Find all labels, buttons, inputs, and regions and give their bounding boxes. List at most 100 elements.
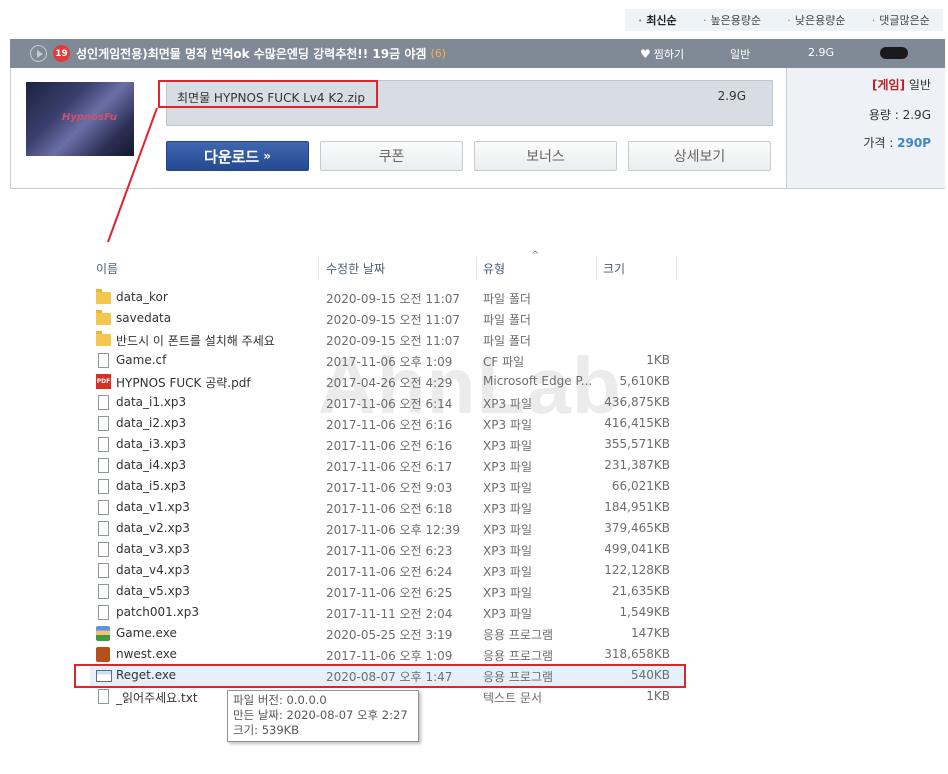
volume-value: 2.9G [902, 108, 931, 122]
file-icon [98, 353, 109, 368]
price-value: 290P [897, 136, 931, 150]
file-row-size: 355,571KB [604, 437, 670, 451]
file-row-type: XP3 파일 [483, 481, 532, 495]
file-row-type: XP3 파일 [483, 439, 532, 453]
file-row[interactable]: PDF HYPNOS FUCK 공략.pdf 2017-04-26 오전 4:29 M… [90, 371, 686, 392]
file-row-size: 184,951KB [604, 500, 670, 514]
column-separator[interactable] [318, 256, 319, 280]
file-row-type: XP3 파일 [483, 607, 532, 621]
column-type[interactable]: 유형 [483, 260, 505, 277]
file-row-date: 2017-11-06 오후 12:39 [326, 523, 461, 537]
file-icon [98, 542, 109, 557]
file-row-name: data_i1.xp3 [116, 395, 187, 409]
double-chevron-down-icon: » [263, 149, 271, 163]
bonus-button[interactable]: 보너스 [474, 141, 617, 171]
file-row[interactable]: Game.exe 2020-05-25 오전 3:19 응용 프로그램 147KB [90, 623, 686, 644]
file-row[interactable]: data_i5.xp3 2017-11-06 오전 9:03 XP3 파일 66,02… [90, 476, 686, 497]
sort-newest[interactable]: 최신순 [638, 12, 676, 28]
file-row-size: 436,875KB [604, 395, 670, 409]
file-row-type: Microsoft Edge P... [483, 374, 593, 388]
download-label: 다운로드 [204, 147, 260, 166]
file-size: 2.9G [717, 89, 746, 103]
sort-smallest[interactable]: 낮은용량순 [787, 12, 846, 28]
file-row-date: 2020-09-15 오전 11:07 [326, 334, 461, 348]
details-button[interactable]: 상세보기 [628, 141, 771, 171]
file-row-name: data_v3.xp3 [116, 542, 190, 556]
file-icon [98, 458, 109, 473]
column-separator[interactable] [476, 256, 477, 280]
download-button[interactable]: 다운로드 » [166, 141, 309, 171]
file-row-type: XP3 파일 [483, 460, 532, 474]
folder-icon [96, 289, 111, 304]
file-row-name: HYPNOS FUCK 공략.pdf [116, 376, 251, 390]
game-exe-icon [96, 626, 110, 641]
file-row[interactable]: data_v5.xp3 2017-11-06 오전 6:25 XP3 파일 21,63… [90, 581, 686, 602]
file-row-type: XP3 파일 [483, 502, 532, 516]
file-row-date: 2017-04-26 오전 4:29 [326, 376, 453, 390]
column-separator[interactable] [676, 256, 677, 280]
file-row[interactable]: Game.cf 2017-11-06 오후 1:09 CF 파일 1KB [90, 350, 686, 371]
file-row[interactable]: data_i3.xp3 2017-11-06 오전 6:16 XP3 파일 355,5… [90, 434, 686, 455]
file-row[interactable]: data_i2.xp3 2017-11-06 오전 6:16 XP3 파일 416,4… [90, 413, 686, 434]
favorite-button[interactable]: ♥ 찜하기 [640, 46, 684, 62]
file-row-date: 2017-11-06 오전 6:16 [326, 418, 453, 432]
post-detail-panel: HypnosFu 최면물 HYPNOS FUCK Lv4 K2.zip 2.9G… [10, 68, 945, 189]
file-icon [98, 416, 109, 431]
file-row[interactable]: data_i4.xp3 2017-11-06 오전 6:17 XP3 파일 231,3… [90, 455, 686, 476]
file-row[interactable]: data_v4.xp3 2017-11-06 오전 6:24 XP3 파일 122,1… [90, 560, 686, 581]
file-row[interactable]: nwest.exe 2017-11-06 오후 1:09 응용 프로그램 318,65… [90, 644, 686, 665]
category-value: 일반 [908, 78, 931, 92]
file-row-date: 2020-09-15 오전 11:07 [326, 292, 461, 306]
side-price: 가격 : 290P [863, 134, 931, 151]
file-row[interactable]: 반드시 이 폰트를 설치해 주세요 2020-09-15 오전 11:07 파일 폴… [90, 329, 686, 350]
sort-largest[interactable]: 높은용량순 [703, 12, 761, 28]
sort-most-comments[interactable]: 댓글많은순 [872, 12, 930, 28]
file-row-date: 2020-09-15 오전 11:07 [326, 313, 461, 327]
thumbnail-logo: HypnosFu [62, 112, 117, 123]
coupon-button[interactable]: 쿠폰 [320, 141, 463, 171]
file-row-type: 텍스트 문서 [483, 691, 543, 705]
file-row-size: 21,635KB [611, 584, 670, 598]
play-icon[interactable] [30, 45, 47, 62]
tooltip-size: 크기: 539KB [233, 723, 300, 737]
file-row-type: XP3 파일 [483, 586, 532, 600]
file-row[interactable]: data_kor 2020-09-15 오전 11:07 파일 폴더 [90, 287, 686, 308]
post-title-bar[interactable]: 19 성인게임전용)최면물 명작 번역ok 수많은엔딩 강력추천!! 19금 야… [10, 39, 945, 68]
file-row-type: XP3 파일 [483, 523, 532, 537]
file-row-name: data_i5.xp3 [116, 479, 187, 493]
file-row-name: data_v2.xp3 [116, 521, 190, 535]
tooltip-created: 만든 날짜: 2020-08-07 오후 2:27 [233, 708, 408, 722]
heart-icon: ♥ [640, 47, 651, 61]
file-row[interactable]: patch001.xp3 2017-11-11 오전 2:04 XP3 파일 1,54… [90, 602, 686, 623]
column-name[interactable]: 이름 [96, 260, 118, 277]
file-row-name: Game.cf [116, 353, 167, 367]
file-row[interactable]: data_v1.xp3 2017-11-06 오전 6:18 XP3 파일 184,9… [90, 497, 686, 518]
side-volume: 용량 : 2.9G [869, 106, 931, 123]
file-row-size: 66,021KB [611, 479, 670, 493]
file-icon [98, 437, 109, 452]
file-row[interactable]: data_i1.xp3 2017-11-06 오전 6:14 XP3 파일 436,8… [90, 392, 686, 413]
file-row-date: 2017-11-06 오전 6:23 [326, 544, 453, 558]
file-icon [98, 479, 109, 494]
column-separator[interactable] [596, 256, 597, 280]
column-modified[interactable]: 수정한 날짜 [326, 260, 385, 277]
file-icon [98, 500, 109, 515]
pdf-icon: PDF [96, 374, 111, 389]
file-row[interactable]: savedata 2020-09-15 오전 11:07 파일 폴더 [90, 308, 686, 329]
file-row-size: 231,387KB [604, 458, 670, 472]
folder-icon [96, 331, 111, 346]
sort-bar: 최신순 높은용량순 낮은용량순 댓글많은순 [625, 9, 943, 31]
file-row-name: savedata [116, 311, 172, 325]
file-row-size: 499,041KB [604, 542, 670, 556]
column-size[interactable]: 크기 [603, 260, 625, 277]
post-title[interactable]: 성인게임전용)최면물 명작 번역ok 수많은엔딩 강력추천!! 19금 야겜 [76, 45, 426, 62]
file-row-type: 파일 폴더 [483, 313, 531, 327]
file-row[interactable]: data_v3.xp3 2017-11-06 오전 6:23 XP3 파일 499,0… [90, 539, 686, 560]
file-row-date: 2017-11-06 오후 1:09 [326, 649, 453, 663]
post-size: 2.9G [808, 46, 835, 59]
file-row[interactable]: data_v2.xp3 2017-11-06 오후 12:39 XP3 파일 379,… [90, 518, 686, 539]
file-row-name: data_v1.xp3 [116, 500, 190, 514]
folder-icon [96, 310, 111, 325]
file-row-type: XP3 파일 [483, 544, 532, 558]
file-icon [98, 605, 109, 620]
